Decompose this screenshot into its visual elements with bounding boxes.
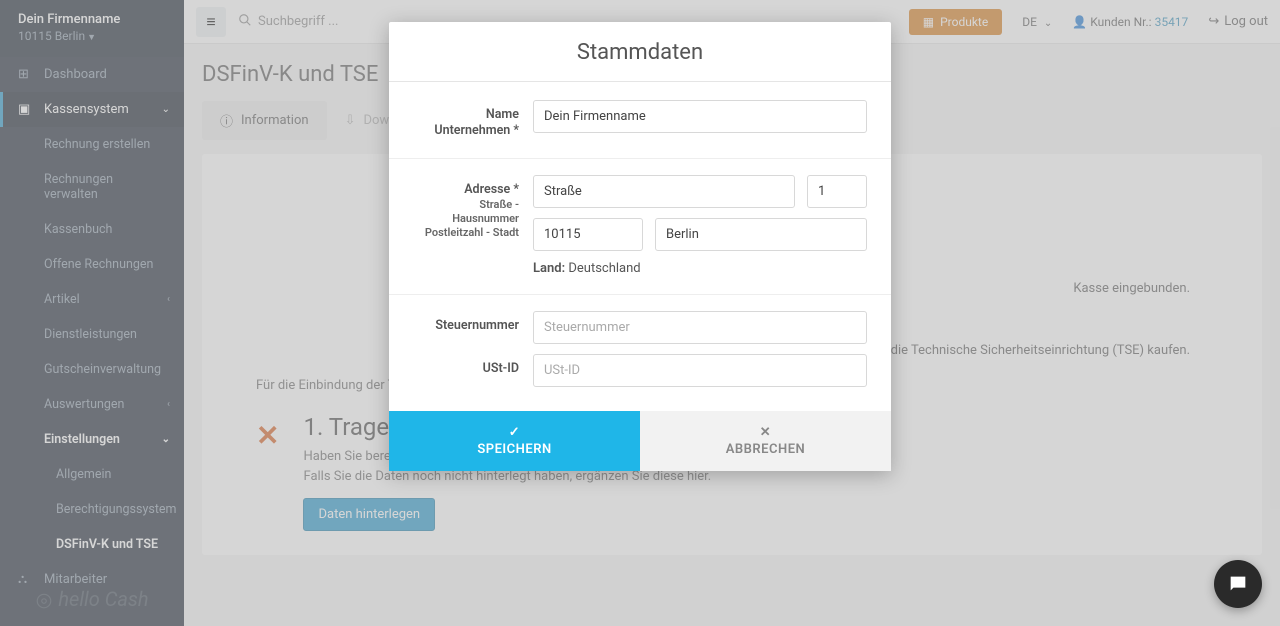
company-name-input[interactable]: [533, 100, 867, 133]
tax-number-input[interactable]: [533, 311, 867, 344]
cancel-button[interactable]: ✕ ABBRECHEN: [640, 411, 891, 471]
street-input[interactable]: [533, 175, 795, 208]
stammdaten-modal: Stammdaten Name Unternehmen * Adresse * …: [389, 22, 891, 471]
label-name: Name Unternehmen *: [413, 107, 519, 140]
modal-header: Stammdaten: [389, 22, 891, 82]
city-input[interactable]: [655, 218, 867, 251]
zip-input[interactable]: [533, 218, 643, 251]
ustid-input[interactable]: [533, 354, 867, 387]
modal-title: Stammdaten: [389, 40, 891, 65]
chat-button[interactable]: [1214, 560, 1262, 608]
save-button[interactable]: ✓ SPEICHERN: [389, 411, 640, 471]
chat-icon: [1227, 573, 1249, 595]
housenumber-input[interactable]: [807, 175, 867, 208]
country-line: Land: Deutschland: [533, 261, 867, 276]
check-icon: ✓: [389, 425, 640, 440]
modal-footer: ✓ SPEICHERN ✕ ABBRECHEN: [389, 411, 891, 471]
label-tax: Steuernummer: [413, 318, 519, 334]
sublabel-zip-city: Postleitzahl - Stadt: [413, 226, 519, 240]
label-address: Adresse *: [413, 182, 519, 198]
label-ustid: USt-ID: [413, 361, 519, 377]
close-icon: ✕: [640, 425, 891, 440]
sublabel-street: Straße - Hausnummer: [413, 198, 519, 227]
